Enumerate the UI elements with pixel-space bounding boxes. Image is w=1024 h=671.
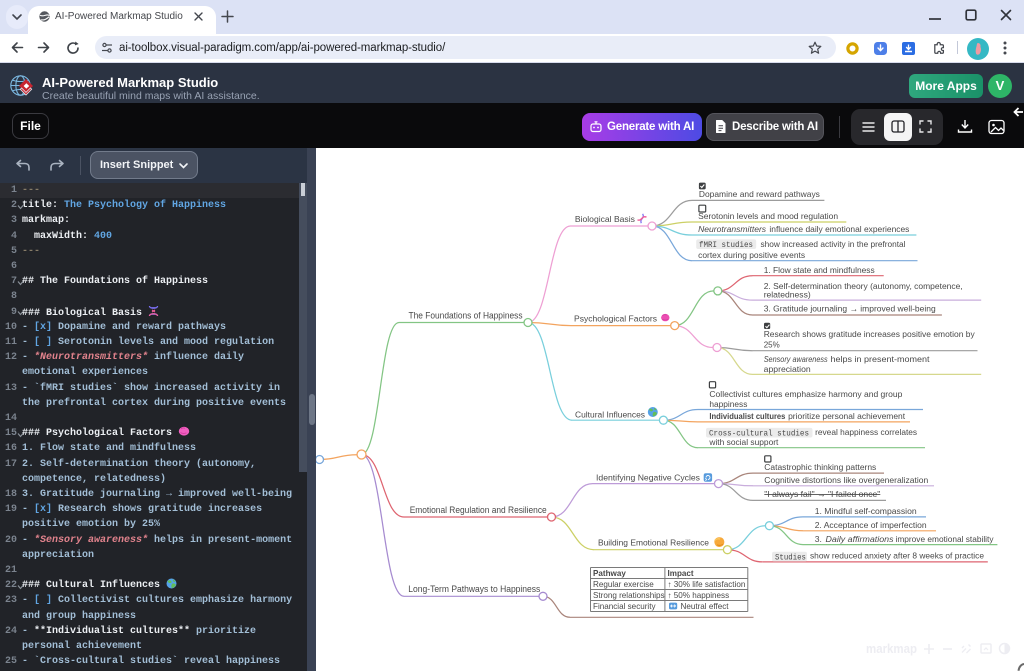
svg-text:The Foundations of Happiness: The Foundations of Happiness xyxy=(409,311,524,321)
svg-text:Catastrophic thinking patterns: Catastrophic thinking patterns xyxy=(764,462,876,472)
svg-text:helps in present-moment: helps in present-moment xyxy=(831,354,931,364)
svg-text:1. Mindful self-compassion: 1. Mindful self-compassion xyxy=(815,506,917,516)
svg-text:improve emotional stability: improve emotional stability xyxy=(896,534,995,544)
svg-text:Cognitive distortions like ove: Cognitive distortions like overgeneraliz… xyxy=(764,475,928,485)
svg-text:Neutral effect: Neutral effect xyxy=(681,602,730,611)
svg-text:3. Gratitude journaling → impr: 3. Gratitude journaling → improved well-… xyxy=(764,303,936,313)
svg-text:3.: 3. xyxy=(815,534,822,544)
svg-text:reveal happiness correlates: reveal happiness correlates xyxy=(815,427,917,437)
svg-text:↑ 30% life satisfaction: ↑ 30% life satisfaction xyxy=(668,580,746,589)
svg-text:"I always fail" → "I failed on: "I always fail" → "I failed once" xyxy=(764,489,880,499)
svg-text:Regular exercise: Regular exercise xyxy=(593,580,654,589)
svg-text:happiness: happiness xyxy=(709,399,747,409)
svg-text:Dopamine and reward pathways: Dopamine and reward pathways xyxy=(699,189,820,199)
svg-text:appreciation: appreciation xyxy=(764,364,811,374)
svg-text:cortex during positive events: cortex during positive events xyxy=(698,250,805,260)
svg-text:↑ 50% happiness: ↑ 50% happiness xyxy=(668,591,730,600)
svg-text:Pathway: Pathway xyxy=(593,569,626,578)
svg-text:show reduced anxiety after 8 w: show reduced anxiety after 8 weeks of pr… xyxy=(810,550,984,560)
svg-text:Studies: Studies xyxy=(775,555,806,563)
svg-text:Impact: Impact xyxy=(668,569,694,578)
svg-text:Research shows gratitude incre: Research shows gratitude increases posit… xyxy=(764,329,976,339)
svg-text:influence daily emotional expe: influence daily emotional experiences xyxy=(769,224,909,234)
svg-text:Financial security: Financial security xyxy=(593,602,656,611)
svg-text:Identifying Negative Cycles: Identifying Negative Cycles xyxy=(596,473,700,483)
svg-text:Strong relationships: Strong relationships xyxy=(593,591,665,600)
svg-text:relatedness): relatedness) xyxy=(764,289,811,299)
svg-text:Emotional Regulation and Resil: Emotional Regulation and Resilience xyxy=(410,505,547,515)
svg-text:Long-Term Pathways to Happines: Long-Term Pathways to Happiness xyxy=(408,584,541,594)
svg-text:show increased activity in the: show increased activity in the prefronta… xyxy=(761,239,906,249)
svg-text:Daily affirmations: Daily affirmations xyxy=(826,534,895,544)
svg-text:prioritize personal achievemen: prioritize personal achievement xyxy=(788,411,906,421)
svg-text:Building Emotional Resilience: Building Emotional Resilience xyxy=(598,538,709,548)
svg-text:Serotonin levels and mood regu: Serotonin levels and mood regulation xyxy=(698,211,838,221)
svg-text:Biological Basis: Biological Basis xyxy=(575,214,635,224)
svg-text:1. Flow state and mindfulness: 1. Flow state and mindfulness xyxy=(764,265,875,275)
svg-text:Neurotransmitters: Neurotransmitters xyxy=(698,224,767,234)
svg-text:25%: 25% xyxy=(764,340,780,350)
svg-text:Psychological Factors: Psychological Factors xyxy=(574,314,657,324)
svg-text:Individualist cultures: Individualist cultures xyxy=(709,411,785,421)
svg-text:markmap: markmap xyxy=(866,642,917,656)
svg-text:2. Acceptance of imperfection: 2. Acceptance of imperfection xyxy=(815,520,927,530)
svg-text:Collectivist cultures emphasiz: Collectivist cultures emphasize harmony … xyxy=(709,389,902,399)
svg-text:with social support: with social support xyxy=(708,437,779,447)
svg-text:Sensory awareness: Sensory awareness xyxy=(764,354,829,364)
svg-text:Cultural Influences: Cultural Influences xyxy=(575,410,645,420)
